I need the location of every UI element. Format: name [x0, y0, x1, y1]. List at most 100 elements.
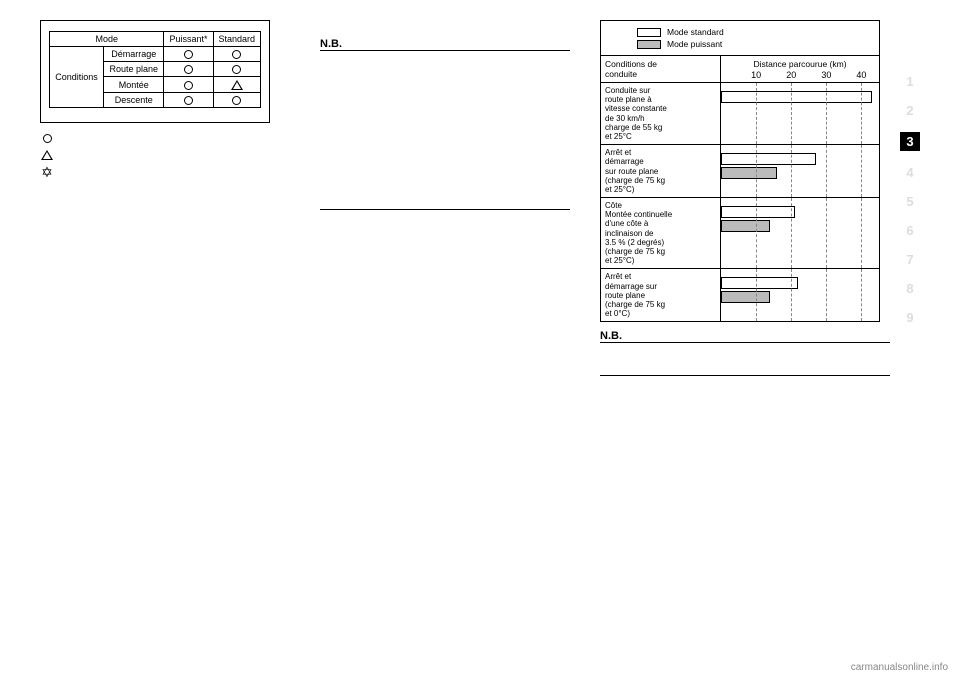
circle-icon: [184, 96, 193, 105]
modes-cell: [164, 77, 213, 93]
legend-label: Mode puissant: [667, 39, 722, 49]
chart-row-bars: [721, 269, 879, 321]
nb-body: Le véhicule peut gravir des côtes d'une …: [600, 345, 890, 369]
bar-puissant: [721, 291, 770, 303]
modes-legend: — puissance adaptée aux conditions — pui…: [40, 133, 290, 195]
modes-cell: [213, 47, 260, 62]
chart-legend: Mode standard Mode puissant: [601, 21, 879, 56]
axis-ticks: 10 20 30 40: [721, 70, 879, 82]
legend-row-star: ✡ — le mode puissant consomme plus d'éne…: [40, 167, 290, 189]
circle-icon: [184, 65, 193, 74]
bar-standard: [721, 206, 795, 218]
gridline: [861, 145, 862, 197]
chart-row-condition: Conduite sur route plane à vitesse const…: [601, 83, 721, 144]
axis-tick: 40: [856, 70, 866, 80]
column-1: Mode Puissant* Standard Conditions Démar…: [40, 20, 290, 669]
chart-row-bars: [721, 198, 879, 268]
modes-table-header-standard: Standard: [213, 32, 260, 47]
modes-cell: [164, 62, 213, 77]
gridline: [791, 145, 792, 197]
chart-row: Arrêt et démarrage sur route plane (char…: [601, 145, 879, 198]
section-divider: [600, 375, 890, 376]
gridline: [756, 269, 757, 321]
modes-row-label: Descente: [103, 92, 164, 107]
legend-text: — puissance réduite par rapport au mode …: [60, 150, 290, 161]
axis-title: Distance parcourue (km): [721, 59, 879, 69]
footer-watermark: carmanualsonline.info: [851, 662, 948, 673]
modes-cell: [213, 92, 260, 107]
gridline: [826, 269, 827, 321]
chart-row-bars: [721, 83, 879, 144]
circle-icon: [184, 81, 193, 90]
modes-cell: [213, 62, 260, 77]
chapter-tab-8[interactable]: 8: [906, 281, 913, 296]
gridline: [861, 198, 862, 268]
circle-icon: [40, 133, 54, 144]
modes-cell: [164, 47, 213, 62]
chart-row-bars: [721, 145, 879, 197]
chapter-tab-7[interactable]: 7: [906, 252, 913, 267]
legend-label: Mode standard: [667, 27, 724, 37]
bar-standard: [721, 153, 816, 165]
chart-row-condition: Côte Montée continuelle d'une côte à inc…: [601, 198, 721, 268]
circle-icon: [184, 50, 193, 59]
gridline: [791, 198, 792, 268]
bar-puissant: [721, 220, 770, 232]
gridline: [826, 83, 827, 144]
chapter-tab-3[interactable]: 3: [900, 132, 919, 151]
modes-table: Mode Puissant* Standard Conditions Démar…: [49, 31, 261, 108]
range-chart: Mode standard Mode puissant Conditions d…: [600, 20, 880, 322]
gridline: [756, 145, 757, 197]
circle-icon: [232, 65, 241, 74]
gridline: [791, 83, 792, 144]
chapter-tab-4[interactable]: 4: [906, 165, 913, 180]
modes-cell: [164, 92, 213, 107]
chart-row: Côte Montée continuelle d'une côte à inc…: [601, 198, 879, 269]
chart-header-left: Conditions de conduite: [601, 56, 721, 82]
chapter-tab-5[interactable]: 5: [906, 194, 913, 209]
axis-tick: 10: [751, 70, 761, 80]
column-2: N.B. L'autonomie sur charge varie en fon…: [320, 20, 570, 669]
chart-row-condition: Arrêt et démarrage sur route plane (char…: [601, 269, 721, 321]
bar-standard: [721, 277, 798, 289]
column-3: Mode standard Mode puissant Conditions d…: [600, 20, 890, 669]
gridline: [791, 269, 792, 321]
bar-standard: [721, 91, 872, 103]
chart-header-axis: Distance parcourue (km) 10 20 30 40: [721, 56, 879, 82]
chart-intro: Le graphique suivant illustre l'autonomi…: [320, 216, 570, 241]
chart-header: Conditions de conduite Distance parcouru…: [601, 56, 879, 83]
chart-body: Conduite sur route plane à vitesse const…: [601, 83, 879, 321]
col3-nb: N.B. Le véhicule peut gravir des côtes d…: [600, 330, 890, 382]
legend-row-circle: — puissance adaptée aux conditions: [40, 133, 290, 144]
axis-tick: 30: [821, 70, 831, 80]
gridline: [756, 83, 757, 144]
gridline: [826, 198, 827, 268]
legend-puissant: Mode puissant: [637, 39, 873, 49]
gridline: [826, 145, 827, 197]
modes-row-label: Route plane: [103, 62, 164, 77]
star-icon: ✡: [40, 167, 54, 177]
triangle-icon: [231, 80, 243, 90]
manual-page: Mode Puissant* Standard Conditions Démar…: [0, 0, 960, 679]
chart-row-condition: Arrêt et démarrage sur route plane (char…: [601, 145, 721, 197]
gridline: [756, 198, 757, 268]
chapter-tab-6[interactable]: 6: [906, 223, 913, 238]
nb-body: L'autonomie sur charge varie en fonction…: [320, 53, 570, 203]
chapter-tab-9[interactable]: 9: [906, 310, 913, 325]
legend-text: — puissance adaptée aux conditions: [60, 133, 290, 144]
gridline: [861, 83, 862, 144]
circle-icon: [232, 50, 241, 59]
gridline: [861, 269, 862, 321]
modes-row-label: Démarrage: [103, 47, 164, 62]
legend-standard: Mode standard: [637, 27, 873, 37]
modes-row-label: Montée: [103, 77, 164, 93]
chapter-tab-2[interactable]: 2: [906, 103, 913, 118]
triangle-icon: [40, 150, 54, 161]
section-divider: [320, 209, 570, 210]
nb-heading: N.B.: [600, 330, 890, 343]
axis-tick: 20: [786, 70, 796, 80]
modes-cell: [213, 77, 260, 93]
circle-icon: [232, 96, 241, 105]
modes-table-header-puissant: Puissant*: [164, 32, 213, 47]
chapter-tab-1[interactable]: 1: [906, 74, 913, 89]
